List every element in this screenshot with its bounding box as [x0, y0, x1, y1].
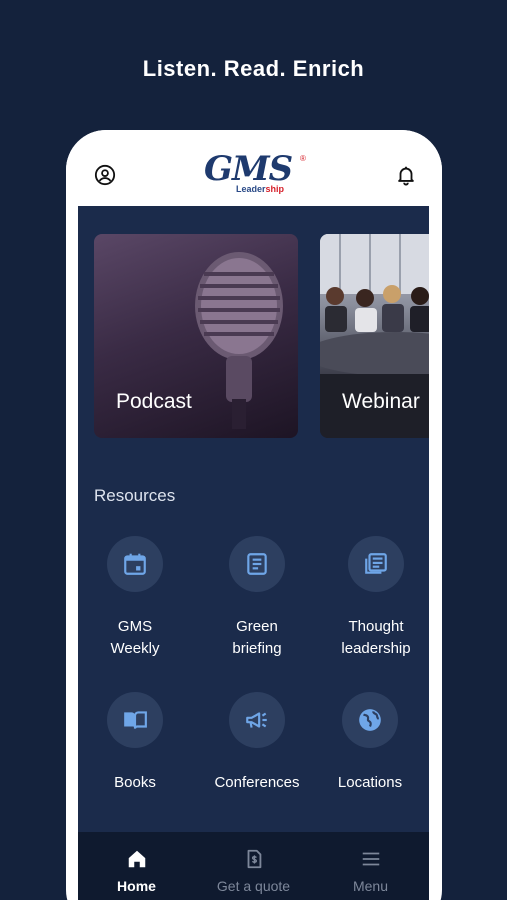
- calendar-icon: [124, 553, 146, 575]
- hamburger-menu-icon: [362, 852, 379, 866]
- nav-get-a-quote[interactable]: Get a quote: [195, 848, 312, 894]
- resource-label: GMS Weekly: [110, 618, 160, 657]
- resource-label: Thought leadership: [341, 618, 411, 657]
- logo-subtitle: Leadership: [236, 184, 285, 194]
- resource-circle: [229, 692, 285, 748]
- nav-label: Get a quote: [216, 878, 291, 894]
- resource-label: Green briefing: [232, 618, 282, 657]
- main-content: Podcast Webinar Resources GMS Weekly Gre…: [78, 206, 429, 832]
- resource-circle: [107, 536, 163, 592]
- webinar-label: Webinar: [342, 390, 420, 413]
- phone-frame: GMS ® Leadership Podcast Webinar Resourc…: [66, 130, 442, 900]
- nav-label: Menu: [352, 878, 389, 894]
- logo-registered-mark: ®: [300, 154, 306, 163]
- resource-circle: [229, 536, 285, 592]
- webinar-card[interactable]: Webinar: [320, 234, 429, 438]
- bottom-nav: Home Get a quote Menu: [78, 832, 429, 900]
- resource-circle: [107, 692, 163, 748]
- resources-title: Resources: [94, 486, 176, 505]
- nav-home[interactable]: Home: [78, 848, 195, 894]
- resource-circle: [348, 536, 404, 592]
- app-header: GMS ® Leadership: [66, 130, 442, 206]
- bell-icon[interactable]: [395, 164, 417, 186]
- resource-thought-leadership[interactable]: Thought leadership: [316, 536, 429, 660]
- book-icon: [124, 711, 147, 729]
- logo-text: GMS: [204, 149, 293, 189]
- profile-icon[interactable]: [94, 164, 116, 186]
- podcast-card[interactable]: Podcast: [94, 234, 298, 438]
- resource-gms-weekly[interactable]: GMS Weekly: [78, 536, 195, 660]
- headline: Listen. Read. Enrich: [142, 56, 365, 81]
- globe-icon: [359, 709, 381, 731]
- resource-green-briefing[interactable]: Green briefing: [197, 536, 317, 660]
- resource-locations[interactable]: Locations: [310, 692, 429, 794]
- gms-logo: GMS ® Leadership: [204, 150, 308, 198]
- resource-circle: [342, 692, 398, 748]
- resource-conferences[interactable]: Conferences: [197, 692, 317, 794]
- resource-label: Conferences: [214, 774, 300, 791]
- resource-books[interactable]: Books: [78, 692, 195, 794]
- document-icon: [247, 553, 267, 575]
- nav-label: Home: [117, 878, 156, 894]
- newspaper-icon: [365, 553, 387, 574]
- megaphone-icon: [246, 712, 267, 728]
- resource-label: Books: [114, 774, 156, 791]
- nav-menu[interactable]: Menu: [312, 848, 429, 894]
- resource-label: Locations: [337, 774, 403, 791]
- podcast-label: Podcast: [116, 390, 192, 413]
- home-icon: [128, 850, 145, 868]
- quote-document-icon: [247, 849, 261, 869]
